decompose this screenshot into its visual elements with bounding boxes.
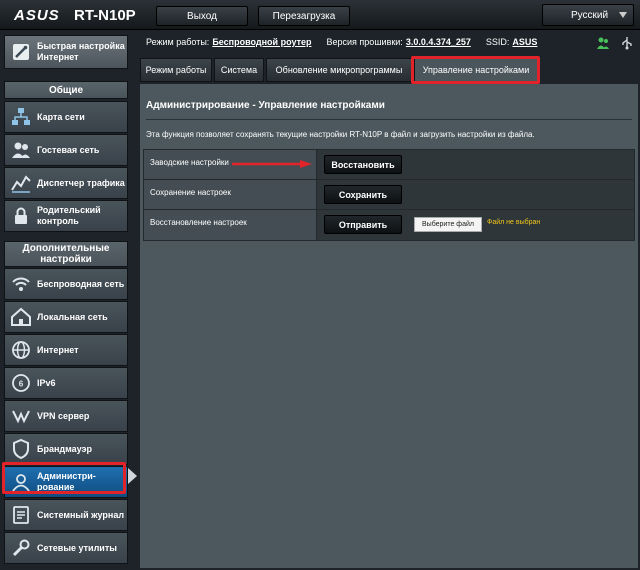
sidebar-item-label: Быстрая настройка Интернет (37, 41, 125, 62)
usb-icon[interactable] (620, 36, 634, 50)
language-value: Русский (571, 9, 609, 21)
sidebar-item-quick-setup[interactable]: Быстрая настройка Интернет (4, 35, 128, 69)
system-log-icon (13, 506, 29, 524)
sidebar-item-label: Системный журнал (37, 509, 125, 520)
page-title: Администрирование - Управление настройка… (146, 100, 385, 111)
firewall-icon (13, 438, 29, 460)
sidebar-item-system-log[interactable]: Системный журнал (4, 499, 128, 531)
selected-arrow-icon (128, 468, 137, 484)
ssid-value-link[interactable]: ASUS (512, 37, 537, 47)
restore-defaults-button[interactable]: Восстановить (324, 155, 402, 174)
sidebar-item-traffic-manager[interactable]: Диспетчер трафика (4, 167, 128, 199)
lan-icon (11, 307, 31, 326)
choose-file-button[interactable]: Выберите файл (414, 217, 482, 232)
highlight-administration (2, 462, 126, 494)
annotation-arrow-icon (232, 160, 312, 168)
sidebar-item-label: VPN сервер (37, 410, 90, 421)
header-icons (596, 36, 634, 55)
sidebar-item-network-map[interactable]: Карта сети (4, 101, 128, 133)
tab-firmware-upgrade[interactable]: Обновление микропрограммы (266, 58, 412, 82)
top-bar: ASUS RT-N10P Выход Перезагрузка Русский (0, 0, 640, 30)
mode-value-link[interactable]: Беспроводной роутер (212, 37, 311, 47)
sidebar-item-label: Локальная сеть (37, 311, 108, 322)
no-file-status: Файл не выбран (487, 219, 541, 226)
sidebar-item-label: Гостевая сеть (37, 144, 100, 155)
firmware-value-link[interactable]: 3.0.0.4.374_257 (406, 37, 471, 47)
sidebar-header-advanced: Дополнительные настройки (4, 241, 128, 267)
firmware-label: Версия прошивки: (326, 37, 403, 47)
sidebar-item-label: Интернет (37, 344, 79, 355)
users-icon[interactable] (596, 36, 610, 50)
settings-table: Заводские настройки Восстановить Сохране… (143, 149, 635, 241)
sidebar-item-network-tools[interactable]: Сетевые утилиты (4, 532, 128, 564)
chevron-down-icon (619, 12, 627, 18)
wireless-icon (12, 277, 30, 291)
svg-text:6: 6 (19, 380, 24, 389)
sidebar-item-wireless[interactable]: Беспроводная сеть (4, 268, 128, 300)
ipv6-icon: 6 (12, 374, 30, 392)
network-tools-icon (12, 539, 30, 557)
sidebar-item-label: Беспроводная сеть (37, 278, 125, 289)
table-row: Заводские настройки Восстановить (144, 150, 634, 180)
sidebar-item-internet[interactable]: Интернет (4, 334, 128, 366)
language-select[interactable]: Русский (542, 4, 634, 26)
sidebar-item-guest-network[interactable]: Гостевая сеть (4, 134, 128, 166)
sidebar-item-ipv6[interactable]: 6 IPv6 (4, 367, 128, 399)
status-bar: Режим работы: Беспроводной роутер Версия … (146, 37, 537, 47)
globe-icon (12, 341, 30, 359)
sidebar-item-firewall[interactable]: Брандмауэр (4, 433, 128, 465)
sidebar-item-parental-control[interactable]: Родительский контроль (4, 200, 128, 232)
sidebar-item-label: Родительский контроль (37, 205, 101, 226)
router-model: RT-N10P (74, 7, 136, 24)
guest-network-icon (12, 142, 30, 158)
asus-logo: ASUS (14, 7, 60, 24)
sidebar-item-label: Карта сети (37, 111, 85, 122)
network-map-icon (12, 108, 30, 125)
sidebar-item-lan[interactable]: Локальная сеть (4, 301, 128, 333)
traffic-manager-icon (11, 175, 31, 193)
page-description: Эта функция позволяет сохранять текущие … (146, 130, 535, 139)
main-panel: Администрирование - Управление настройка… (140, 84, 638, 568)
tab-system[interactable]: Система (214, 58, 264, 82)
vpn-icon (12, 410, 30, 424)
title-divider (146, 119, 632, 120)
logout-button[interactable]: Выход (156, 6, 248, 26)
sidebar-item-label: IPv6 (37, 377, 56, 388)
sidebar-item-label: Сетевые утилиты (37, 542, 117, 553)
reboot-button[interactable]: Перезагрузка (258, 6, 350, 26)
sidebar-header-general: Общие (4, 81, 128, 99)
upload-button[interactable]: Отправить (324, 215, 402, 234)
tab-operation-mode[interactable]: Режим работы (140, 58, 212, 82)
save-settings-label: Сохранение настроек (144, 180, 317, 209)
wand-icon (13, 44, 29, 60)
save-settings-button[interactable]: Сохранить (324, 185, 402, 204)
table-row: Восстановление настроек Отправить Выбери… (144, 210, 634, 240)
sidebar-item-label: Диспетчер трафика (37, 177, 125, 188)
table-row: Сохранение настроек Сохранить (144, 180, 634, 210)
sidebar-item-vpn[interactable]: VPN сервер (4, 400, 128, 432)
mode-label: Режим работы: (146, 37, 210, 47)
sidebar-item-label: Брандмауэр (37, 443, 93, 454)
ssid-label: SSID: (485, 37, 510, 47)
restore-settings-label: Восстановление настроек (144, 210, 317, 240)
highlight-settings-tab (411, 56, 540, 84)
parental-control-icon (15, 207, 27, 224)
